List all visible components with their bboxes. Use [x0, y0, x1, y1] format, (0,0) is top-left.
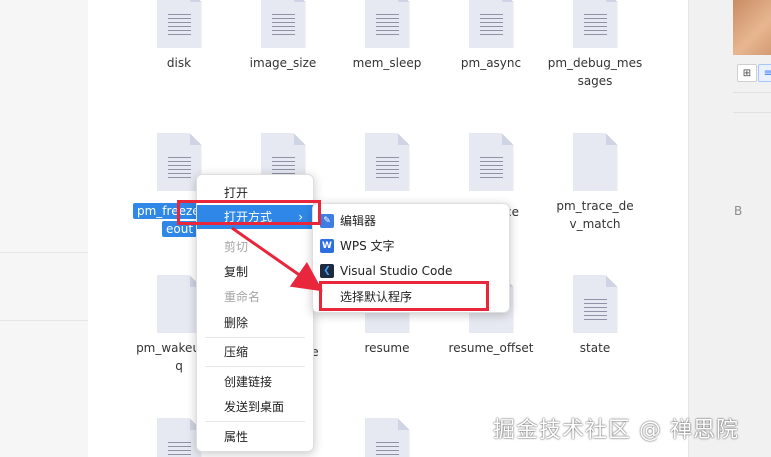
annotation-arrow-line [231, 226, 323, 292]
watermark: 掘金技术社区 @ 禅思院 [493, 418, 739, 443]
annotation-arrow [231, 226, 323, 292]
